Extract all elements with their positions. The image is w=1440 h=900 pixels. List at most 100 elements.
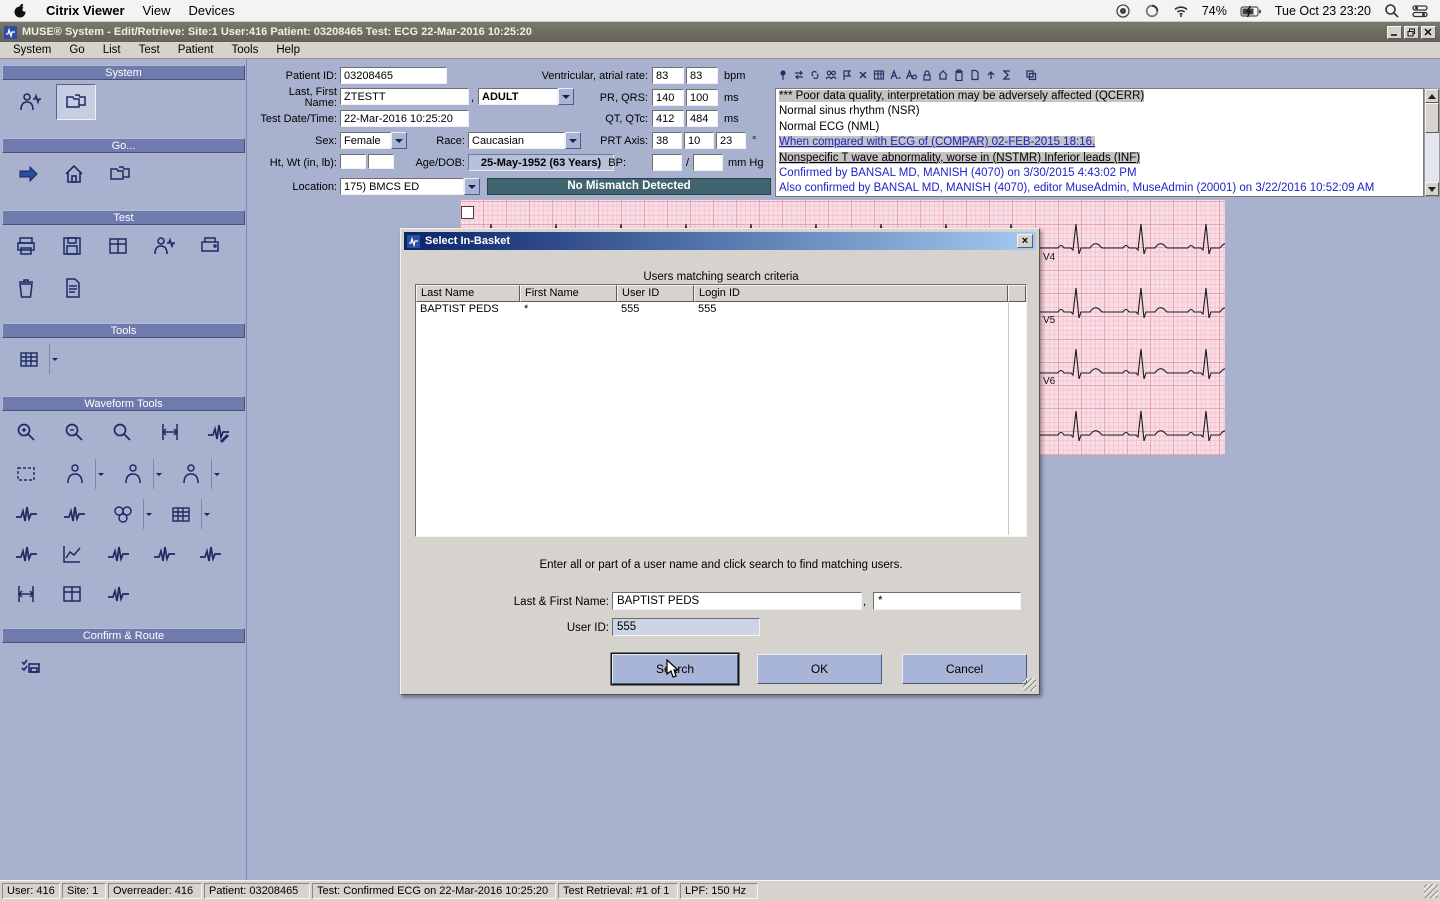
bp-diastolic-field[interactable] [693, 154, 723, 171]
measurement-button-3[interactable] [98, 576, 138, 612]
open-chart-button[interactable] [56, 84, 96, 120]
interpretation-line[interactable]: Normal sinus rhythm (NSR) [779, 105, 920, 117]
font-find-icon[interactable] [903, 68, 918, 83]
col-first-name[interactable]: First Name [520, 285, 617, 302]
flag-icon[interactable] [839, 68, 854, 83]
save-test-button[interactable] [52, 228, 92, 264]
sex-field[interactable]: Female [340, 132, 391, 149]
zoom-in-button[interactable] [6, 414, 46, 450]
chevron-down-icon[interactable] [95, 459, 106, 489]
citrix-receiver-icon[interactable] [1144, 3, 1160, 19]
menu-help[interactable]: Help [267, 44, 309, 56]
prt-field-3[interactable]: 23 [716, 132, 746, 149]
qtc-field[interactable]: 484 [686, 110, 718, 127]
delete-test-button[interactable] [6, 270, 46, 306]
sum-icon[interactable] [999, 68, 1014, 83]
prt-field-2[interactable]: 10 [684, 132, 714, 149]
apple-menu-icon[interactable] [12, 2, 28, 19]
dialog-resize-grip[interactable] [1023, 678, 1036, 691]
link-icon[interactable] [807, 68, 822, 83]
report-button[interactable] [52, 270, 92, 306]
qt-field[interactable]: 412 [652, 110, 684, 127]
lead-format-button[interactable] [98, 228, 138, 264]
chevron-down-icon[interactable] [49, 344, 60, 374]
interpretation-confirmed-line[interactable]: Confirmed by BANSAL MD, MANISH (4070) on… [779, 167, 1137, 179]
height-field[interactable] [340, 154, 366, 169]
home-button[interactable] [54, 156, 94, 192]
window-titlebar[interactable]: MUSE® System - Edit/Retrieve: Site:1 Use… [0, 22, 1440, 42]
promote-icon[interactable] [983, 68, 998, 83]
screen-record-icon[interactable] [1115, 3, 1131, 19]
qrs-field[interactable]: 100 [686, 89, 718, 106]
chevron-down-icon[interactable] [201, 499, 212, 529]
scroll-down-icon[interactable] [1425, 182, 1439, 196]
interpretation-scrollbar[interactable] [1424, 88, 1440, 197]
users-table[interactable]: Last Name First Name User ID Login ID BA… [415, 284, 1027, 537]
last-name-field[interactable]: ZTESTT [340, 88, 469, 105]
lead-placement-button-3[interactable] [170, 456, 222, 492]
delete-icon[interactable] [855, 68, 870, 83]
dialog-close-button[interactable]: × [1017, 234, 1033, 248]
calipers-button[interactable] [150, 414, 190, 450]
location-field[interactable]: 175) BMCS ED [340, 178, 464, 195]
patient-test-button[interactable] [144, 228, 184, 264]
lock-icon[interactable] [919, 68, 934, 83]
cancel-button[interactable]: Cancel [902, 654, 1027, 684]
mac-app-name[interactable]: Citrix Viewer [46, 3, 125, 18]
document-small-icon[interactable] [967, 68, 982, 83]
confirm-route-button[interactable] [8, 648, 52, 686]
zoom-button[interactable] [102, 414, 142, 450]
waveform-tool-button-5[interactable] [190, 536, 230, 572]
menu-test[interactable]: Test [130, 44, 169, 56]
vent-rate-field-1[interactable]: 83 [652, 67, 684, 84]
pin-icon[interactable] [775, 68, 790, 83]
chevron-down-icon[interactable] [211, 459, 222, 489]
waveform-tool-button-4[interactable] [144, 536, 184, 572]
grid-icon[interactable] [871, 68, 886, 83]
measurement-button-2[interactable] [52, 576, 92, 612]
select-area-button[interactable] [6, 456, 46, 492]
median-complex-button[interactable] [6, 496, 46, 532]
menu-go[interactable]: Go [60, 44, 93, 56]
scrollbar-thumb[interactable] [1425, 103, 1439, 133]
scroll-up-icon[interactable] [1425, 89, 1439, 103]
annotate-button[interactable] [198, 414, 238, 450]
users-icon[interactable] [823, 68, 838, 83]
menu-tools[interactable]: Tools [223, 44, 268, 56]
control-center-icon[interactable] [1412, 3, 1428, 19]
swap-icon[interactable] [791, 68, 806, 83]
measurement-button-1[interactable] [6, 576, 46, 612]
window-resize-grip[interactable] [1424, 883, 1438, 898]
home-small-icon[interactable] [935, 68, 950, 83]
menu-patient[interactable]: Patient [169, 44, 223, 56]
battery-icon[interactable] [1240, 3, 1262, 19]
lead-placement-button-2[interactable] [112, 456, 164, 492]
ecg-drag-handle[interactable] [461, 206, 474, 219]
cascade-icon[interactable] [1023, 68, 1038, 83]
waveform-tool-button-2[interactable] [52, 536, 92, 572]
menubar-clock[interactable]: Tue Oct 23 23:20 [1275, 4, 1371, 18]
first-name-search-field[interactable]: * [873, 592, 1021, 610]
go-arrow-button[interactable] [8, 156, 48, 192]
patient-id-field[interactable]: 03208465 [340, 67, 447, 84]
weight-field[interactable] [368, 154, 394, 169]
menu-system[interactable]: System [4, 44, 60, 56]
mac-menu-view[interactable]: View [143, 3, 171, 18]
grid-tools-button[interactable] [8, 341, 60, 377]
bp-systolic-field[interactable] [652, 154, 682, 171]
userid-search-field[interactable]: 555 [612, 618, 760, 636]
print-test-button[interactable] [6, 228, 46, 264]
font-decrease-icon[interactable] [887, 68, 902, 83]
menu-list[interactable]: List [94, 44, 130, 56]
compare-complex-button[interactable] [54, 496, 94, 532]
interpretation-confirmed-line[interactable]: Also confirmed by BANSAL MD, MANISH (407… [779, 182, 1374, 194]
close-window-button[interactable] [1421, 25, 1436, 39]
dialog-titlebar[interactable]: Select In-Basket × [404, 232, 1036, 250]
interpretation-panel[interactable]: *** Poor data quality, interpretation ma… [775, 88, 1424, 197]
wifi-icon[interactable] [1173, 3, 1189, 18]
ok-button[interactable]: OK [757, 654, 882, 684]
waveform-retrieve-button[interactable] [10, 84, 50, 120]
col-user-id[interactable]: User ID [617, 285, 694, 302]
interpretation-line[interactable]: Normal ECG (NML) [779, 121, 879, 133]
col-login-id[interactable]: Login ID [694, 285, 1008, 302]
